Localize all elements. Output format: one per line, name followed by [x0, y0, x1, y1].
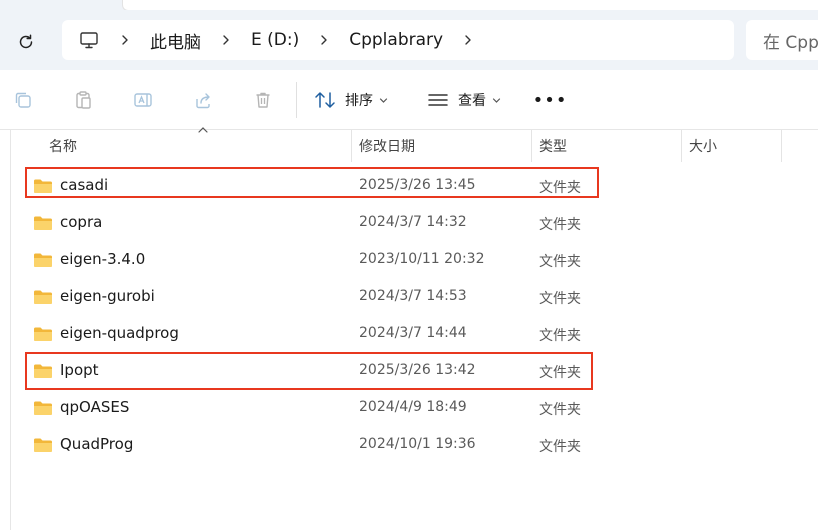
more-options-button[interactable]: •••	[533, 88, 567, 112]
paste-icon	[76, 91, 91, 109]
file-type: 文件夹	[539, 402, 581, 418]
column-divider[interactable]	[681, 130, 682, 162]
command-bar: 排序 查看 •••	[0, 70, 818, 130]
this-pc-button[interactable]	[78, 29, 100, 51]
sort-label: 排序	[345, 93, 373, 109]
sort-icon	[315, 92, 335, 108]
column-header-type[interactable]: 类型	[539, 130, 567, 162]
rename-icon	[134, 93, 152, 107]
chevron-down-icon	[379, 97, 388, 103]
trash-icon	[256, 92, 270, 108]
file-type: 文件夹	[539, 217, 581, 233]
delete-button[interactable]	[251, 88, 275, 112]
file-name[interactable]: eigen-gurobi	[60, 287, 155, 305]
breadcrumb-drive[interactable]: E (D:)	[251, 30, 299, 50]
search-input[interactable]: 在 Cpplabrary 中搜索	[746, 20, 818, 60]
folder-icon	[34, 438, 52, 452]
refresh-button[interactable]	[14, 30, 38, 54]
file-row[interactable]: copra 2024/3/7 14:32 文件夹	[25, 207, 585, 239]
folder-icon	[34, 290, 52, 304]
file-row[interactable]: Ipopt 2025/3/26 13:42 文件夹	[25, 355, 585, 387]
folder-icon	[34, 179, 52, 193]
file-type: 文件夹	[539, 291, 581, 307]
file-type: 文件夹	[539, 180, 581, 196]
view-label: 查看	[458, 93, 486, 109]
file-row[interactable]: eigen-3.4.0 2023/10/11 20:32 文件夹	[25, 244, 585, 276]
view-list-icon	[428, 94, 448, 106]
share-button[interactable]	[191, 88, 215, 112]
file-name[interactable]: Ipopt	[60, 361, 99, 379]
file-modified-date: 2024/4/9 18:49	[359, 399, 467, 415]
file-type: 文件夹	[539, 365, 581, 381]
chevron-right-icon	[122, 35, 128, 45]
folder-icon	[34, 216, 52, 230]
file-row[interactable]: QuadProg 2024/10/1 19:36 文件夹	[25, 429, 585, 461]
file-name[interactable]: casadi	[60, 176, 108, 194]
file-type: 文件夹	[539, 328, 581, 344]
column-divider[interactable]	[531, 130, 532, 162]
toolbar-divider	[296, 82, 297, 118]
address-row: 此电脑 E (D:) Cpplabrary 在 Cpplabrary 中搜索	[0, 10, 818, 70]
file-name[interactable]: QuadProg	[60, 435, 133, 453]
file-row[interactable]: casadi 2025/3/26 13:45 文件夹	[25, 170, 585, 202]
chevron-right-icon	[465, 35, 471, 45]
breadcrumb-chevron[interactable]	[114, 29, 136, 51]
folder-icon	[34, 327, 52, 341]
refresh-icon	[19, 34, 33, 49]
chevron-right-icon	[223, 35, 229, 45]
chevron-right-icon	[321, 35, 327, 45]
file-modified-date: 2025/3/26 13:42	[359, 362, 476, 378]
file-type: 文件夹	[539, 439, 581, 455]
file-row[interactable]: eigen-gurobi 2024/3/7 14:53 文件夹	[25, 281, 585, 313]
chevron-down-icon	[492, 97, 501, 103]
column-divider[interactable]	[351, 130, 352, 162]
share-icon	[196, 93, 210, 109]
breadcrumb-chevron[interactable]	[457, 29, 479, 51]
file-list: 名称 修改日期 类型 大小 casadi 2025/3/26 13:45 文件夹 co…	[10, 127, 818, 530]
file-type: 文件夹	[539, 254, 581, 270]
file-row[interactable]: qpOASES 2024/4/9 18:49 文件夹	[25, 392, 585, 424]
column-header-name[interactable]: 名称	[49, 130, 77, 162]
file-modified-date: 2024/3/7 14:53	[359, 288, 467, 304]
folder-icon	[34, 401, 52, 415]
file-modified-date: 2024/3/7 14:44	[359, 325, 467, 341]
view-button[interactable]: 查看	[427, 88, 501, 112]
copy-button[interactable]	[11, 88, 35, 112]
address-bar[interactable]: 此电脑 E (D:) Cpplabrary	[62, 20, 734, 60]
breadcrumb-this-pc[interactable]: 此电脑	[150, 28, 201, 53]
file-modified-date: 2025/3/26 13:45	[359, 177, 476, 193]
file-modified-date: 2024/3/7 14:32	[359, 214, 467, 230]
breadcrumb-chevron[interactable]	[215, 29, 237, 51]
column-divider[interactable]	[781, 130, 782, 162]
file-name[interactable]: eigen-quadprog	[60, 324, 179, 342]
file-modified-date: 2023/10/11 20:32	[359, 251, 485, 267]
copy-icon	[15, 92, 31, 108]
file-row[interactable]: eigen-quadprog 2024/3/7 14:44 文件夹	[25, 318, 585, 350]
rename-button[interactable]	[131, 88, 155, 112]
file-name[interactable]: eigen-3.4.0	[60, 250, 145, 268]
breadcrumb-folder[interactable]: Cpplabrary	[349, 30, 443, 50]
breadcrumb-chevron[interactable]	[313, 29, 335, 51]
sort-ascending-icon	[198, 127, 208, 133]
computer-icon	[80, 32, 98, 49]
sort-button[interactable]: 排序	[314, 88, 388, 112]
file-name[interactable]: copra	[60, 213, 102, 231]
column-header-size[interactable]: 大小	[689, 130, 717, 162]
paste-button[interactable]	[71, 88, 95, 112]
folder-icon	[34, 253, 52, 267]
folder-icon	[34, 364, 52, 378]
file-name[interactable]: qpOASES	[60, 398, 129, 416]
column-header-modified[interactable]: 修改日期	[359, 130, 415, 162]
file-modified-date: 2024/10/1 19:36	[359, 436, 476, 452]
